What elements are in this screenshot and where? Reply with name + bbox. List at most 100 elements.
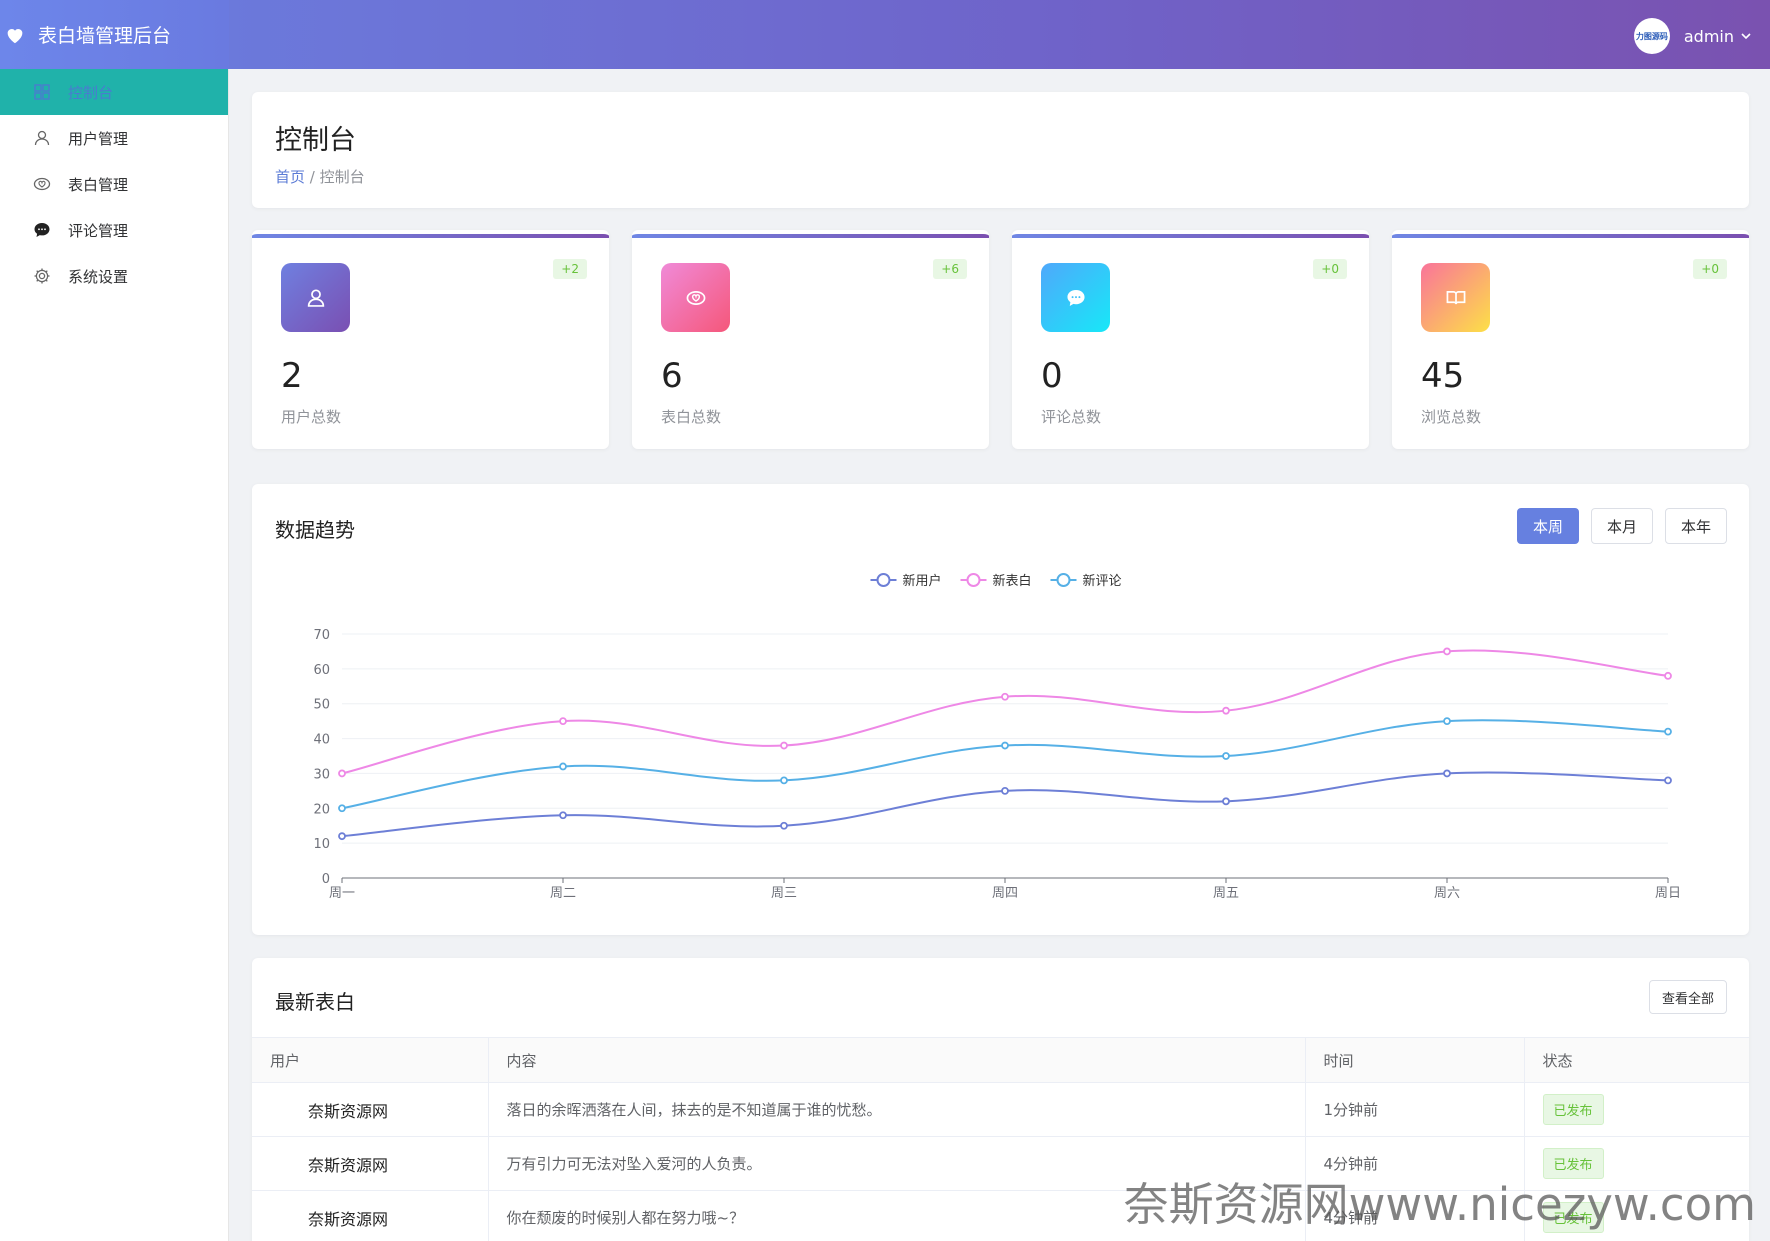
data-point — [1001, 741, 1009, 750]
legend-swatch-marker — [966, 573, 981, 587]
y-tick-label: 0 — [322, 872, 330, 887]
heart-icon — [7, 28, 23, 43]
column-header[interactable]: 时间 — [1304, 1037, 1524, 1083]
stat-value: 45 — [1421, 356, 1465, 396]
sidebar-item-settings[interactable]: 系统设置 — [0, 253, 228, 299]
y-tick-label: 60 — [313, 663, 330, 678]
stat-icon-box — [661, 263, 730, 332]
y-tick-label: 70 — [313, 628, 330, 643]
range-week-button[interactable]: 本周 — [1516, 508, 1579, 544]
book-icon — [1446, 290, 1465, 304]
love-icon — [32, 174, 52, 194]
data-point — [1001, 786, 1009, 795]
sidebar-item-users[interactable]: 用户管理 — [0, 115, 228, 161]
y-tick-label: 10 — [313, 837, 330, 852]
user-menu[interactable]: 力图源码 admin — [1633, 18, 1752, 54]
avatar-text: 力图源码 — [1635, 31, 1668, 41]
legend-swatch-marker — [876, 573, 891, 587]
y-tick-label: 30 — [313, 767, 330, 782]
user-icon — [307, 288, 324, 307]
sidebar: 控制台 用户管理 表白管理 评论管理 系统设置 — [0, 69, 229, 1241]
sidebar-item-confessions[interactable]: 表白管理 — [0, 161, 228, 207]
trend-chart-card: 0 10 20 30 40 50 60 70 周一 周二 周三 周四 周五 周六 周日 新用户 新表白 新评论 数… — [252, 484, 1749, 935]
x-tick-label: 周日 — [1655, 886, 1681, 901]
column-header[interactable]: 状态 — [1523, 1037, 1749, 1083]
stat-badge: +2 — [553, 259, 587, 279]
data-point — [338, 832, 346, 841]
breadcrumb-separator: / — [305, 168, 320, 186]
stat-value: 2 — [281, 356, 303, 396]
sidebar-item-label: 表白管理 — [68, 175, 129, 194]
stat-card-comments: +0 0 评论总数 — [1012, 230, 1369, 449]
stat-badge: +6 — [933, 259, 967, 279]
page-header-card: 控制台 首页 / 控制台 — [252, 92, 1749, 208]
stat-card-users: +2 2 用户总数 — [252, 230, 609, 449]
data-point — [559, 762, 567, 771]
stat-label: 用户总数 — [281, 408, 342, 426]
x-tick-label: 周六 — [1434, 886, 1460, 901]
sidebar-item-label: 系统设置 — [68, 267, 129, 286]
stat-label: 表白总数 — [661, 408, 722, 426]
gear-icon — [32, 266, 52, 286]
legend-label: 新评论 — [1083, 573, 1122, 589]
table-header-row: 用户 内容 时间 状态 — [252, 1037, 1749, 1083]
series-line-2 — [341, 719, 1669, 810]
legend-swatch-marker — [1056, 573, 1071, 587]
data-point — [1222, 752, 1230, 760]
row-user: 奈斯资源网 — [252, 1136, 488, 1191]
love-icon — [686, 290, 705, 305]
x-tick-label: 周一 — [329, 886, 355, 901]
row-content: 落日的余晖洒落在人间，抹去的是不知道属于谁的忧愁。 — [487, 1082, 1305, 1137]
table-row[interactable]: 奈斯资源网 落日的余晖洒落在人间，抹去的是不知道属于谁的忧愁。 1分钟前 已发布 — [252, 1082, 1749, 1137]
stat-card-confessions: +6 6 表白总数 — [632, 230, 989, 449]
status-badge: 已发布 — [1542, 1094, 1604, 1125]
page-title: 控制台 — [275, 125, 356, 156]
data-point — [1001, 692, 1009, 701]
avatar[interactable]: 力图源码 — [1633, 18, 1670, 54]
breadcrumb-current: 控制台 — [319, 168, 365, 186]
breadcrumb-home[interactable]: 首页 — [275, 168, 305, 186]
sidebar-item-label: 用户管理 — [68, 129, 129, 148]
breadcrumb: 首页 / 控制台 — [275, 166, 365, 187]
range-year-button[interactable]: 本年 — [1664, 508, 1727, 544]
data-point — [1664, 727, 1672, 736]
brand[interactable]: 表白墙管理后台 — [0, 0, 229, 69]
data-point — [780, 741, 788, 750]
watermark: 奈斯资源网www.nicezyw.com — [1123, 1178, 1756, 1231]
column-header[interactable]: 用户 — [252, 1037, 488, 1083]
sidebar-item-label: 控制台 — [68, 83, 114, 102]
range-month-button[interactable]: 本月 — [1590, 508, 1653, 544]
top-header: 表白墙管理后台 力图源码 admin — [0, 0, 1770, 69]
data-point — [1664, 776, 1672, 785]
legend-label: 新表白 — [993, 573, 1032, 589]
comment-icon — [1066, 289, 1085, 306]
sidebar-item-comments[interactable]: 评论管理 — [0, 207, 228, 253]
sidebar-item-label: 评论管理 — [68, 221, 129, 240]
stat-badge: +0 — [1693, 259, 1727, 279]
data-point — [1443, 717, 1451, 726]
stat-label: 评论总数 — [1041, 408, 1102, 426]
stat-value: 6 — [661, 356, 683, 396]
stat-value: 0 — [1041, 356, 1063, 396]
view-all-button[interactable]: 查看全部 — [1648, 980, 1727, 1014]
chart-title: 数据趋势 — [275, 518, 355, 542]
row-status-cell: 已发布 — [1523, 1082, 1749, 1137]
data-point — [1222, 797, 1230, 806]
row-time: 1分钟前 — [1304, 1082, 1524, 1137]
sidebar-item-dashboard[interactable]: 控制台 — [0, 69, 228, 115]
app-title: 表白墙管理后台 — [38, 25, 172, 47]
stat-badge: +0 — [1313, 259, 1347, 279]
data-point — [1443, 769, 1451, 778]
row-user: 奈斯资源网 — [252, 1190, 488, 1241]
data-point — [1664, 671, 1672, 680]
data-point — [1222, 706, 1230, 715]
x-tick-label: 周四 — [992, 886, 1018, 901]
column-header[interactable]: 内容 — [487, 1037, 1305, 1083]
data-point — [559, 717, 567, 726]
stat-card-views: +0 45 浏览总数 — [1392, 230, 1749, 449]
stat-icon-box — [1041, 263, 1110, 332]
y-tick-label: 50 — [313, 698, 330, 713]
list-title: 最新表白 — [275, 990, 355, 1014]
stat-icon-box — [281, 263, 350, 332]
legend-label: 新用户 — [903, 573, 942, 589]
